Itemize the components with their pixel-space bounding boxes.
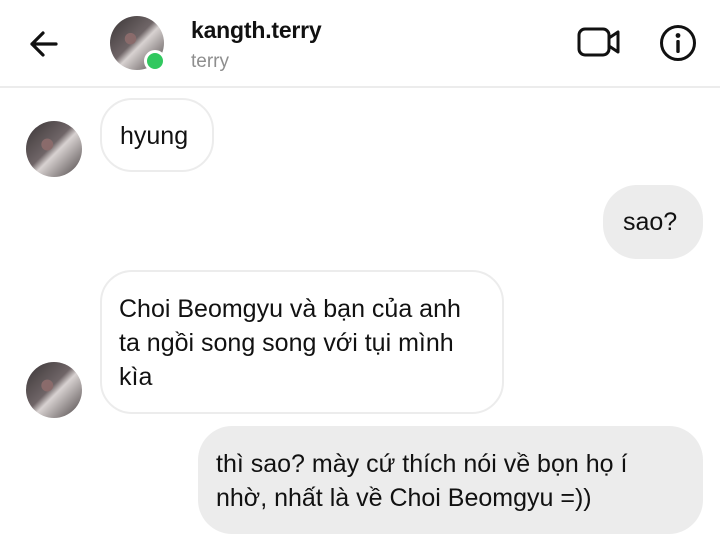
message-text: sao? (623, 208, 678, 236)
video-call-button[interactable] (577, 24, 621, 60)
message-bubble-incoming[interactable]: Choi Beomgyu và bạn của anh ta ngồi song… (100, 270, 504, 414)
conversation-info-button[interactable] (659, 24, 697, 62)
message-text: thì sao? mày cứ thích nói về bọn họ í nh… (216, 450, 628, 512)
arrow-left-icon (30, 31, 58, 57)
back-button[interactable] (26, 26, 62, 62)
video-camera-icon (577, 27, 620, 57)
chat-header: kangth.terry terry (0, 0, 720, 88)
message-bubble-outgoing[interactable]: thì sao? mày cứ thích nói về bọn họ í nh… (198, 426, 703, 534)
sender-avatar[interactable] (26, 121, 82, 177)
message-bubble-outgoing[interactable]: sao? (603, 185, 703, 259)
chat-username[interactable]: kangth.terry (191, 17, 322, 44)
message-bubble-incoming[interactable]: hyung (100, 98, 214, 172)
header-avatar[interactable] (110, 16, 166, 72)
info-circle-icon (660, 25, 696, 61)
sender-avatar[interactable] (26, 362, 82, 418)
chat-screen: kangth.terry terry hyung sao? Choi Beomg… (0, 0, 720, 541)
chat-subtitle: terry (191, 51, 229, 72)
online-status-dot (144, 50, 166, 72)
message-text: Choi Beomgyu và bạn của anh ta ngồi song… (119, 295, 461, 391)
message-text: hyung (120, 122, 189, 150)
